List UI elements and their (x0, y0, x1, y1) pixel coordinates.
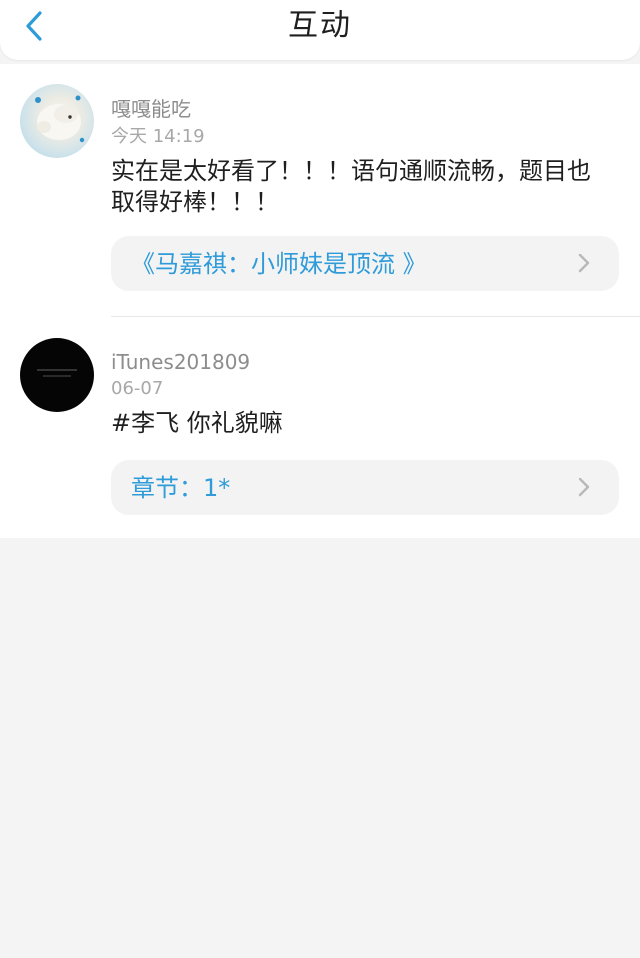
comment-date: 06-07 (111, 378, 164, 399)
username[interactable]: iTunes201809 (111, 350, 250, 374)
chapter-card[interactable]: 章节：1* (111, 460, 619, 515)
chevron-right-icon (578, 477, 590, 497)
comment-list: 嘎嘎能吃 今天 14:19 实在是太好看了！！！语句通顺流畅，题目也取得好棒！！… (0, 64, 640, 538)
page-title: 互动 (288, 8, 352, 43)
chevron-right-icon (578, 253, 590, 273)
comment-date: 今天 14:19 (111, 126, 205, 147)
username[interactable]: 嘎嘎能吃 (111, 97, 191, 121)
avatar[interactable] (20, 84, 94, 158)
sheep-avatar-icon (35, 95, 85, 143)
comment-item: iTunes201809 06-07 #李飞 你礼貌嘛 章节：1* (0, 317, 640, 538)
linked-story-card[interactable]: 《马嘉祺：小师妹是顶流 》 (111, 236, 619, 291)
comment-text: 实在是太好看了！！！语句通顺流畅，题目也取得好棒！！！ (111, 157, 591, 216)
comment-item: 嘎嘎能吃 今天 14:19 实在是太好看了！！！语句通顺流畅，题目也取得好棒！！… (0, 64, 640, 316)
chapter-label: 章节：1* (131, 474, 231, 502)
avatar[interactable] (20, 338, 94, 412)
dark-avatar-icon (37, 369, 77, 377)
linked-story-title: 《马嘉祺：小师妹是顶流 》 (131, 250, 427, 278)
comment-text: #李飞 你礼貌嘛 (111, 409, 283, 437)
top-bar: 互动 (0, 0, 640, 60)
